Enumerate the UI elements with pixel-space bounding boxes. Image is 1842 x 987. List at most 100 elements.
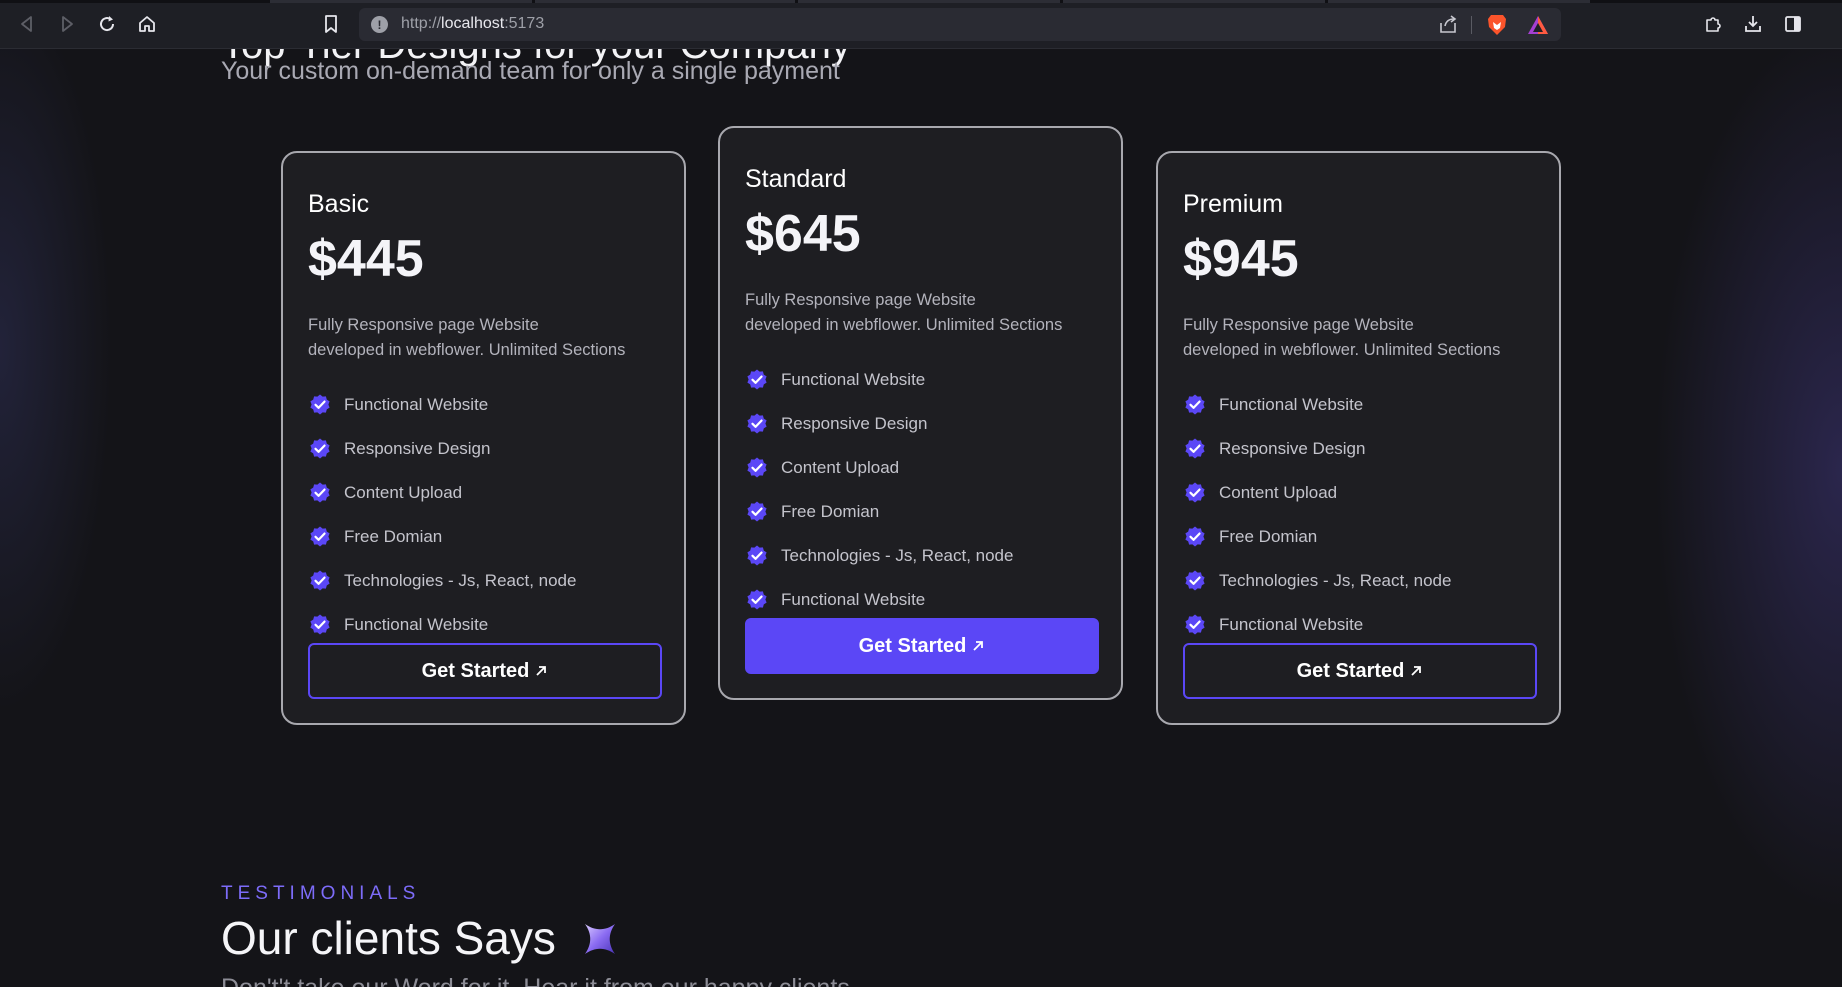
feature-label: Content Upload — [344, 483, 463, 502]
feature-item: Functional Website — [1183, 603, 1451, 647]
plan-description-line: developed in webflower. Unlimited Sectio… — [308, 341, 626, 359]
feature-label: Content Upload — [1219, 483, 1338, 502]
feature-item: Content Upload — [308, 471, 576, 515]
home-button[interactable] — [134, 11, 160, 37]
get-started-button[interactable]: Get Started — [308, 643, 662, 699]
feature-item: Responsive Design — [745, 402, 1013, 446]
feature-item: Technologies - Js, React, node — [308, 559, 576, 603]
feature-label: Free Domian — [344, 527, 443, 546]
plan-name: Premium — [1183, 190, 1284, 218]
forward-icon — [62, 16, 73, 32]
sidebar-button[interactable] — [1780, 11, 1806, 37]
pricing-card-premium: Premium $945 Fully Responsive page Websi… — [1156, 151, 1561, 725]
share-icon[interactable] — [1437, 14, 1459, 36]
check-badge-icon — [310, 438, 330, 459]
feature-item: Content Upload — [1183, 471, 1451, 515]
address-bar-divider — [1471, 16, 1472, 34]
feature-item: Free Domian — [745, 490, 1013, 534]
plan-name: Basic — [308, 190, 370, 218]
arrow-up-right-icon — [1411, 666, 1422, 676]
check-badge-icon — [747, 589, 767, 610]
feature-item: Functional Website — [1183, 383, 1451, 427]
brave-shields-icon[interactable] — [1486, 13, 1508, 37]
reload-icon — [100, 16, 115, 32]
arrow-up-right-icon — [973, 641, 984, 651]
feature-list: Functional Website Responsive Design Con… — [745, 358, 1013, 622]
feature-item: Technologies - Js, React, node — [745, 534, 1013, 578]
check-badge-icon — [1185, 482, 1205, 503]
forward-button[interactable] — [54, 11, 80, 37]
downloads-button[interactable] — [1740, 11, 1766, 37]
feature-label: Functional Website — [344, 615, 489, 634]
check-badge-icon — [310, 614, 330, 635]
check-badge-icon — [310, 526, 330, 547]
tab-edge — [798, 0, 1060, 3]
plan-description-line: developed in webflower. Unlimited Sectio… — [1183, 341, 1501, 359]
feature-label: Responsive Design — [344, 439, 491, 458]
feature-label: Free Domian — [781, 502, 880, 521]
plan-price: $945 — [1183, 230, 1299, 288]
plan-description-line: Fully Responsive page Website — [745, 291, 976, 309]
bookmark-icon — [325, 15, 337, 33]
plan-price: $645 — [745, 205, 861, 263]
check-badge-icon — [747, 369, 767, 390]
extensions-button[interactable] — [1700, 11, 1726, 37]
testimonials-title: Our clients Says — [221, 912, 556, 964]
plan-name: Standard — [745, 165, 847, 193]
feature-item: Content Upload — [745, 446, 1013, 490]
testimonials-eyebrow: TESTIMONIALS — [221, 883, 421, 904]
feature-item: Functional Website — [308, 603, 576, 647]
check-badge-icon — [1185, 394, 1205, 415]
arrow-up-right-icon — [536, 666, 547, 676]
feature-item: Functional Website — [745, 578, 1013, 622]
address-bar[interactable]: ! http://localhost:5173 — [359, 8, 1561, 41]
get-started-button[interactable]: Get Started — [745, 618, 1099, 674]
tab-edge — [1328, 0, 1590, 3]
back-icon — [21, 16, 32, 32]
brave-rewards-icon[interactable] — [1526, 14, 1550, 36]
url-port: :5173 — [504, 15, 545, 32]
feature-label: Functional Website — [1219, 615, 1364, 634]
feature-item: Functional Website — [745, 358, 1013, 402]
get-started-button[interactable]: Get Started — [1183, 643, 1537, 699]
check-badge-icon — [310, 482, 330, 503]
get-started-label: Get Started — [421, 659, 530, 682]
sparkle-icon — [585, 924, 615, 954]
sidebar-icon — [1785, 16, 1801, 32]
check-badge-icon — [1185, 570, 1205, 591]
get-started-label: Get Started — [1296, 659, 1405, 682]
pricing-card-basic: Basic $445 Fully Responsive page Website… — [281, 151, 686, 725]
check-badge-icon — [1185, 526, 1205, 547]
home-icon — [139, 16, 155, 32]
feature-list: Functional Website Responsive Design Con… — [1183, 383, 1451, 647]
tab-strip-edge — [0, 0, 1842, 3]
check-badge-icon — [1185, 438, 1205, 459]
back-button[interactable] — [14, 11, 40, 37]
feature-label: Free Domian — [1219, 527, 1318, 546]
url-text[interactable]: http://localhost:5173 — [401, 15, 544, 33]
plan-description: Fully Responsive page Website developed … — [745, 288, 1105, 338]
feature-label: Technologies - Js, React, node — [344, 571, 577, 590]
feature-label: Functional Website — [1219, 395, 1364, 414]
feature-list: Functional Website Responsive Design Con… — [308, 383, 576, 647]
feature-item: Responsive Design — [308, 427, 576, 471]
feature-label: Functional Website — [344, 395, 489, 414]
check-badge-icon — [1185, 614, 1205, 635]
site-info-icon[interactable]: ! — [371, 16, 388, 33]
check-badge-icon — [747, 501, 767, 522]
feature-label: Functional Website — [781, 370, 926, 389]
get-started-label: Get Started — [858, 634, 967, 657]
check-badge-icon — [747, 545, 767, 566]
browser-toolbar: ! http://localhost:5173 — [0, 0, 1842, 49]
bookmark-button[interactable] — [318, 11, 344, 37]
feature-label: Responsive Design — [1219, 439, 1366, 458]
reload-button[interactable] — [94, 11, 120, 37]
feature-item: Free Domian — [1183, 515, 1451, 559]
feature-label: Technologies - Js, React, node — [781, 546, 1014, 565]
url-host: localhost — [441, 15, 505, 32]
feature-item: Free Domian — [308, 515, 576, 559]
plan-description-line: Fully Responsive page Website — [1183, 316, 1414, 334]
feature-label: Functional Website — [781, 590, 926, 609]
feature-label: Content Upload — [781, 458, 900, 477]
url-scheme: http:// — [401, 15, 442, 32]
